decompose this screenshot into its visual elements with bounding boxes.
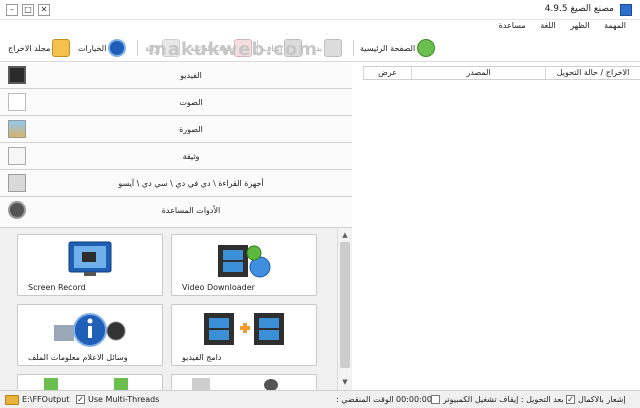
column-output-status[interactable]: الاخراج / حالة التحويل xyxy=(545,67,640,79)
utilities-tools-area: Screen Record Video Downloader وسائل الا… xyxy=(0,228,352,391)
notify-checkbox[interactable]: ✓ xyxy=(566,395,575,404)
category-picture[interactable]: الصورة xyxy=(0,116,352,143)
app-icon xyxy=(620,4,632,16)
maximize-button[interactable]: □ xyxy=(22,4,34,16)
tool-media-file-info[interactable]: وسائل الاعلام معلومات الملف xyxy=(17,304,163,366)
watermark-text: makukweb.com xyxy=(148,39,319,60)
tool-video-joiner[interactable]: دامج الفيديو xyxy=(171,304,317,366)
title-bar: – □ ✕ مصنع الصيغ 4.9.5 xyxy=(0,0,640,20)
output-path[interactable]: E:\FFOutput xyxy=(22,395,69,404)
tool-screen-record[interactable]: Screen Record xyxy=(17,234,163,296)
tool-partial[interactable] xyxy=(17,374,163,390)
toolbar-separator xyxy=(137,40,138,56)
minimize-button[interactable]: – xyxy=(6,4,18,16)
toolbar-separator xyxy=(353,40,354,56)
shutdown-checkbox[interactable] xyxy=(431,395,440,404)
after-convert-label: بعد التحويل : إيقاف تشغيل الكمبيوتر xyxy=(443,395,564,404)
utilities-icon xyxy=(8,201,26,219)
task-list-panel: عرض المصدر الاخراج / حالة التحويل xyxy=(353,62,640,390)
scroll-down-arrow-icon[interactable]: ▼ xyxy=(339,376,351,388)
category-audio[interactable]: الصوت xyxy=(0,89,352,116)
tool-video-downloader[interactable]: Video Downloader xyxy=(171,234,317,296)
menu-language[interactable]: اللغة xyxy=(534,20,561,30)
elapsed-time-value: 00:00:00 xyxy=(396,395,432,404)
tools-scrollbar[interactable]: ▲ ▼ xyxy=(337,228,351,390)
homepage-icon xyxy=(417,39,436,57)
notify-label: إشعار بالاكمال xyxy=(578,395,626,404)
folder-icon xyxy=(5,395,19,405)
menu-task[interactable]: المهمة xyxy=(598,20,632,30)
column-source[interactable]: المصدر xyxy=(411,67,545,79)
multithread-label: Use Multi-Threads xyxy=(88,395,160,404)
picture-icon xyxy=(8,120,26,138)
category-video[interactable]: الفيديو xyxy=(0,62,352,89)
document-icon xyxy=(8,147,26,165)
video-joiner-icon xyxy=(204,313,284,345)
window-title: مصنع الصيغ 4.9.5 xyxy=(544,4,614,14)
tool-partial[interactable] xyxy=(171,374,317,391)
tool-thumbnail-icon xyxy=(192,378,210,390)
scroll-thumb[interactable] xyxy=(340,242,350,368)
category-document[interactable]: وثيقة xyxy=(0,143,352,170)
media-info-icon xyxy=(54,313,126,347)
menu-help[interactable]: مساعدة xyxy=(493,20,532,30)
close-button[interactable]: ✕ xyxy=(38,4,50,16)
task-list-header: عرض المصدر الاخراج / حالة التحويل xyxy=(363,66,640,80)
start-icon xyxy=(324,39,343,57)
tool-thumbnail-icon xyxy=(114,378,128,390)
screen-record-icon xyxy=(68,241,112,276)
menu-bar: المهمة الظهر اللغة مساعدة xyxy=(0,20,640,34)
homepage-button[interactable]: الصفحة الرئيسية xyxy=(360,38,436,58)
column-preview[interactable]: عرض xyxy=(363,67,411,79)
category-rom-dvd-cd-iso[interactable]: أجهزة القراءة \ دي في دي \ سي دي \ آيسو xyxy=(0,170,352,197)
elapsed-time-label: الوقت المنقضي : xyxy=(336,395,394,404)
video-icon xyxy=(8,66,26,84)
tool-thumbnail-icon xyxy=(44,378,58,390)
scroll-up-arrow-icon[interactable]: ▲ xyxy=(339,229,351,241)
toolbar: مجلد الاخراج الخيارات إزالة حذف القائمة … xyxy=(0,34,640,62)
options-icon xyxy=(108,39,127,57)
audio-icon xyxy=(8,93,26,111)
output-folder-icon xyxy=(52,39,71,57)
output-folder-button[interactable]: مجلد الاخراج xyxy=(8,38,71,58)
options-button[interactable]: الخيارات xyxy=(78,38,127,58)
disc-icon xyxy=(8,174,26,192)
category-panel: الفيديو الصوت الصورة وثيقة أجهزة القراءة… xyxy=(0,62,352,391)
status-bar: E:\FFOutput ✓ Use Multi-Threads الوقت ال… xyxy=(0,390,640,408)
multithread-checkbox[interactable]: ✓ xyxy=(76,395,85,404)
category-utilities[interactable]: الأدوات المساعدة xyxy=(0,197,352,228)
menu-skin[interactable]: الظهر xyxy=(564,20,595,30)
video-downloader-icon xyxy=(218,245,271,278)
